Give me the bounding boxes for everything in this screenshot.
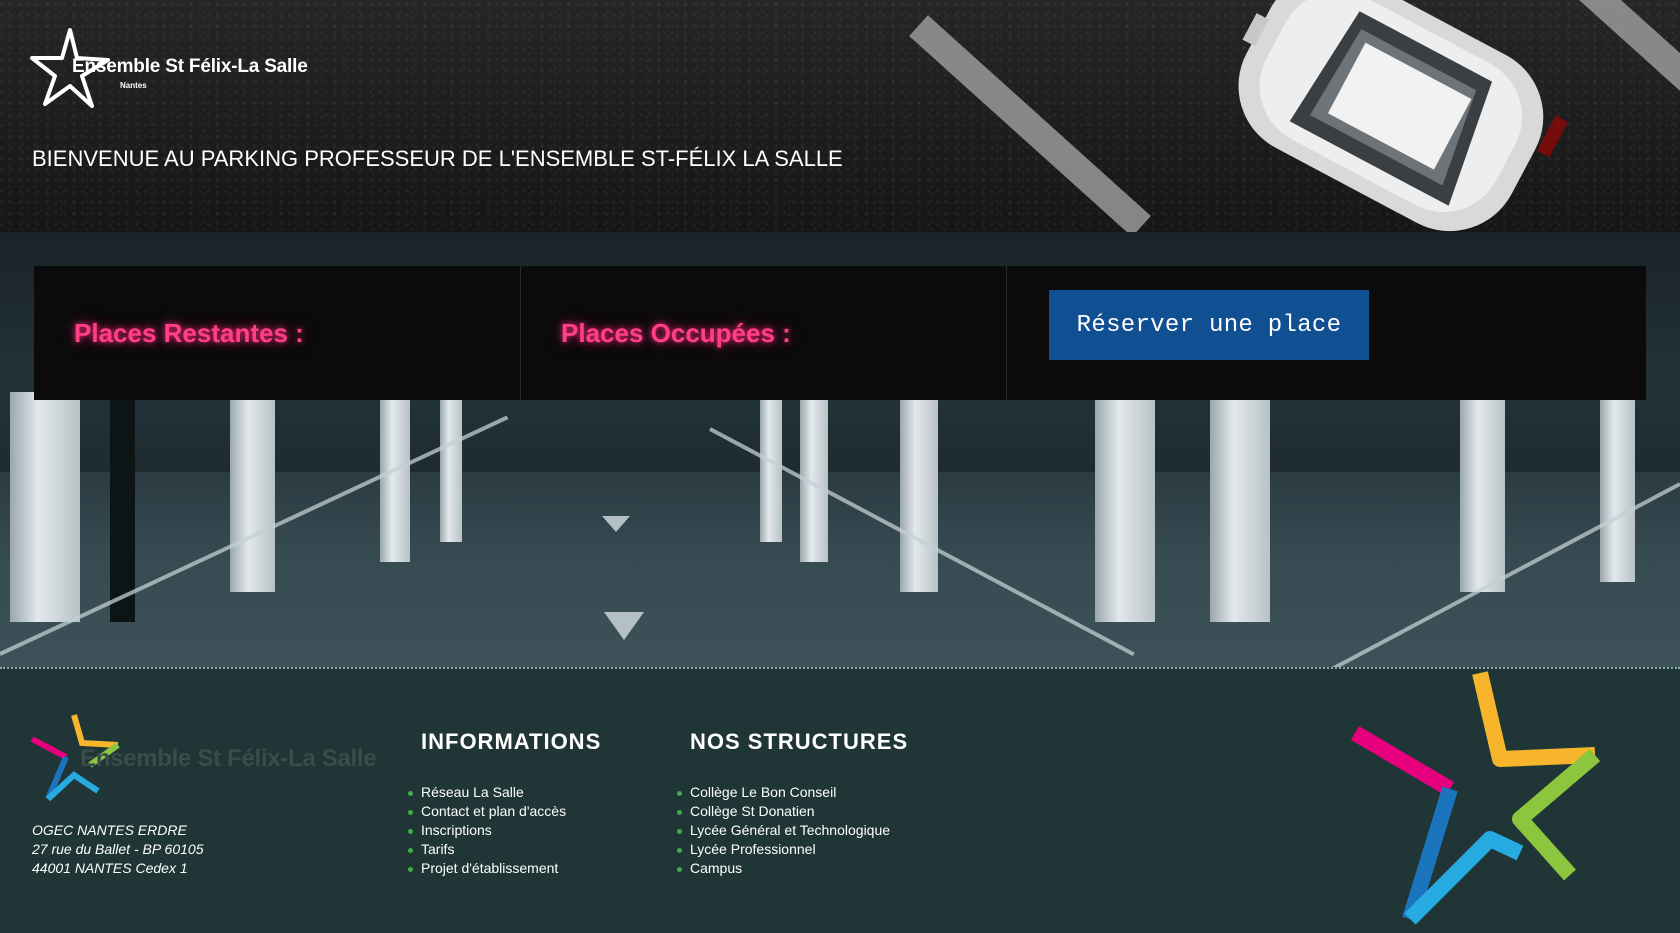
footer: Ensemble St Félix-La Salle OGEC NANTES E… bbox=[0, 667, 1680, 933]
structures-links: Collège Le Bon Conseil Collège St Donati… bbox=[677, 783, 890, 878]
link-tarifs[interactable]: Tarifs bbox=[408, 840, 566, 859]
occupied-places-label: Places Occupées : bbox=[561, 318, 791, 348]
header-banner: Ensemble St Félix-La Salle Nantes BIENVE… bbox=[0, 0, 1680, 232]
footer-logo[interactable]: Ensemble St Félix-La Salle bbox=[30, 709, 377, 809]
pillar bbox=[1460, 392, 1505, 592]
structures-heading: NOS STRUCTURES bbox=[690, 729, 909, 754]
link-inscriptions[interactable]: Inscriptions bbox=[408, 821, 566, 840]
logo-text: Ensemble St Félix-La Salle bbox=[72, 56, 308, 77]
remaining-places-label: Places Restantes : bbox=[74, 318, 304, 348]
address-line: 44001 NANTES Cedex 1 bbox=[32, 860, 188, 876]
car-image bbox=[1238, 0, 1568, 232]
informations-links: Réseau La Salle Contact et plan d'accès … bbox=[408, 783, 566, 878]
link-college-bon-conseil[interactable]: Collège Le Bon Conseil bbox=[677, 783, 890, 802]
link-lycee-general[interactable]: Lycée Général et Technologique bbox=[677, 821, 890, 840]
logo-subtext: Nantes bbox=[120, 81, 147, 90]
pillar bbox=[10, 392, 80, 622]
pillar bbox=[1600, 392, 1635, 582]
remaining-cell: Places Restantes : bbox=[34, 266, 518, 400]
link-reseau-la-salle[interactable]: Réseau La Salle bbox=[408, 783, 566, 802]
address-line: OGEC NANTES ERDRE bbox=[32, 822, 187, 838]
floor-arrow bbox=[604, 612, 644, 640]
link-lycee-professionnel[interactable]: Lycée Professionnel bbox=[677, 840, 890, 859]
postal-address: OGEC NANTES ERDRE 27 rue du Ballet - BP … bbox=[32, 821, 204, 878]
occupied-cell: Places Occupées : bbox=[520, 266, 1005, 400]
link-projet-etablissement[interactable]: Projet d'établissement bbox=[408, 859, 566, 878]
address-line: 27 rue du Ballet - BP 60105 bbox=[32, 841, 204, 857]
pillar bbox=[1095, 392, 1155, 622]
link-contact-plan[interactable]: Contact et plan d'accès bbox=[408, 802, 566, 821]
welcome-title: BIENVENUE AU PARKING PROFESSEUR DE L'ENS… bbox=[32, 146, 843, 171]
reserve-button[interactable]: Réserver une place bbox=[1049, 290, 1369, 360]
school-logo[interactable]: Ensemble St Félix-La Salle Nantes bbox=[30, 28, 310, 112]
parking-stripe bbox=[909, 15, 1151, 232]
pillar bbox=[440, 392, 462, 542]
floor-arrow bbox=[602, 516, 630, 532]
link-college-st-donatien[interactable]: Collège St Donatien bbox=[677, 802, 890, 821]
pillar bbox=[110, 392, 135, 622]
footer-logo-text: Ensemble St Félix-La Salle bbox=[80, 745, 377, 772]
link-campus[interactable]: Campus bbox=[677, 859, 890, 878]
pillar bbox=[230, 392, 275, 592]
informations-heading: INFORMATIONS bbox=[421, 729, 602, 754]
reserve-cell: Réserver une place bbox=[1006, 266, 1647, 400]
pillar bbox=[900, 392, 938, 592]
colorful-star-icon bbox=[1350, 671, 1600, 925]
pillar bbox=[1210, 392, 1270, 622]
pillar bbox=[380, 392, 410, 562]
status-panel: Places Restantes : Places Occupées : Rés… bbox=[34, 266, 1646, 400]
